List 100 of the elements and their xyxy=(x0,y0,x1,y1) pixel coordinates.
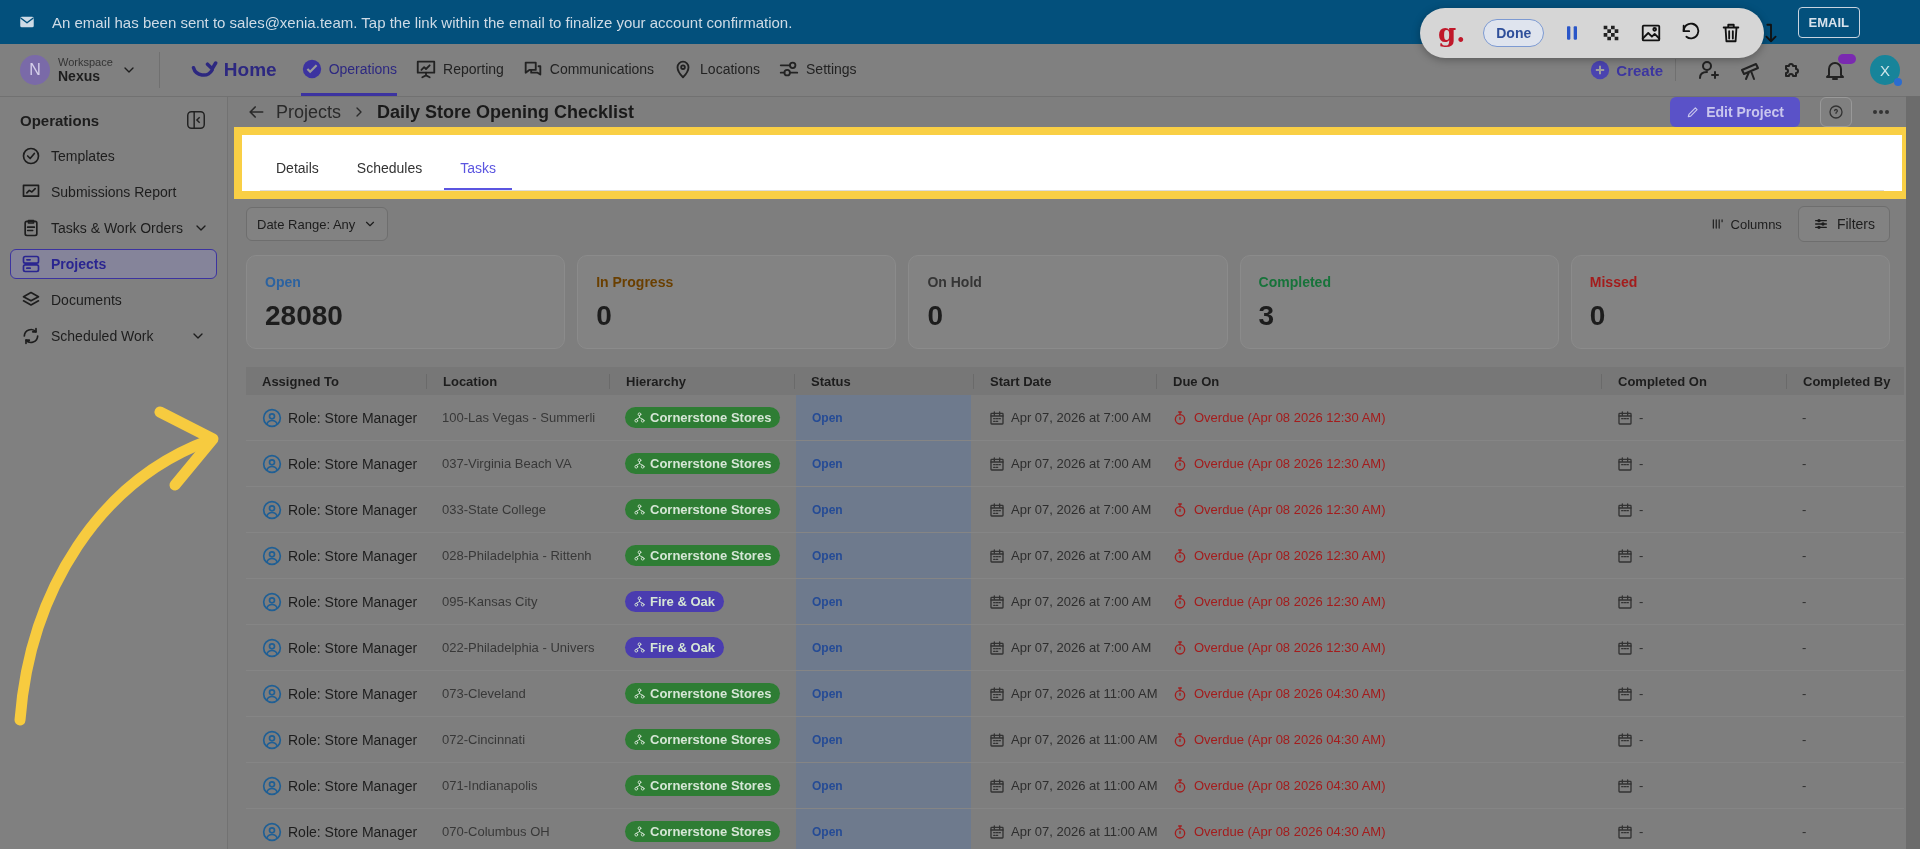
calendar-icon xyxy=(1617,547,1633,564)
column-header[interactable]: Assigned To xyxy=(246,373,426,389)
filters-button[interactable]: Filters xyxy=(1797,206,1890,242)
workspace-avatar[interactable]: N xyxy=(20,55,50,85)
check-circle-icon xyxy=(21,146,41,166)
column-header[interactable]: Location xyxy=(426,373,609,389)
email-sent-message: An email has been sent to sales@xenia.team. Tap the link within the email to finalize your account confirmation. xyxy=(52,13,794,31)
scrollbar[interactable] xyxy=(1906,96,1920,849)
home-link[interactable]: Home xyxy=(183,55,283,85)
hierarchy-icon xyxy=(634,458,645,469)
hierarchy-icon xyxy=(634,642,645,653)
stopwatch-icon xyxy=(1172,547,1188,564)
done-button[interactable]: Done xyxy=(1483,19,1545,47)
assignee-text: Role: Store Manager xyxy=(288,639,418,656)
due-date-text: Overdue (Apr 08 2026 04:30 AM) xyxy=(1194,732,1386,747)
location-text: 073-Cleveland xyxy=(442,686,526,701)
calendar-icon xyxy=(1617,593,1633,610)
collapse-sidebar-icon[interactable] xyxy=(185,109,207,131)
location-text: 071-Indianapolis xyxy=(442,778,538,793)
completed-by-text: - xyxy=(1802,502,1807,517)
sidebar-item[interactable]: Templates xyxy=(10,141,217,171)
date-range-dropdown[interactable]: Date Range: Any xyxy=(246,207,389,241)
start-date-text: Apr 07, 2026 at 11:00 AM xyxy=(1011,686,1158,701)
help-button[interactable] xyxy=(1820,97,1852,127)
user-circle-icon xyxy=(262,407,282,428)
calendar-icon xyxy=(989,501,1005,518)
more-options-icon[interactable] xyxy=(1872,109,1890,115)
location-text: 028-Philadelphia - Rittenh xyxy=(442,548,592,563)
hierarchy-icon xyxy=(634,734,645,745)
stat-card[interactable]: Completed 3 xyxy=(1239,255,1559,349)
start-date-text: Apr 07, 2026 at 11:00 AM xyxy=(1011,824,1158,839)
stopwatch-icon xyxy=(1172,823,1188,840)
image-button[interactable] xyxy=(1640,22,1663,44)
project-tab[interactable]: Schedules xyxy=(340,150,439,190)
nav-tab[interactable]: Locations xyxy=(672,44,760,96)
location-text: 095-Kansas City xyxy=(442,594,538,609)
create-button[interactable]: Create xyxy=(1584,59,1676,81)
check-circle-icon xyxy=(300,57,323,80)
stat-card[interactable]: Missed 0 xyxy=(1570,255,1890,349)
hierarchy-tag: Cornerstone Stores xyxy=(625,775,781,796)
nav-tab[interactable]: Communications xyxy=(521,44,655,96)
notification-badge xyxy=(1838,54,1856,64)
column-header[interactable]: Start Date xyxy=(973,373,1156,389)
column-header[interactable]: Hierarchy xyxy=(609,373,794,389)
start-date-text: Apr 07, 2026 at 7:00 AM xyxy=(1011,640,1152,655)
calendar-icon xyxy=(989,685,1005,702)
sidebar-item[interactable]: Tasks & Work Orders xyxy=(10,213,217,243)
verify-email-button[interactable]: EMAIL xyxy=(1797,6,1860,38)
hierarchy-icon xyxy=(634,504,645,515)
status-cell: Open xyxy=(796,395,971,440)
assignee-text: Role: Store Manager xyxy=(288,685,418,702)
columns-button[interactable]: Columns xyxy=(1704,215,1788,233)
completed-by-text: - xyxy=(1802,732,1807,747)
nav-tab[interactable]: Operations xyxy=(300,44,398,96)
calendar-icon xyxy=(1617,731,1633,748)
workspace-name[interactable]: Nexus xyxy=(58,68,113,84)
pencil-icon xyxy=(1686,105,1701,119)
column-header[interactable]: Due On xyxy=(1156,373,1601,389)
user-circle-icon xyxy=(262,499,282,520)
location-text: 022-Philadelphia - Univers xyxy=(442,640,595,655)
start-date-text: Apr 07, 2026 at 11:00 AM xyxy=(1011,732,1158,747)
start-date-text: Apr 07, 2026 at 7:00 AM xyxy=(1011,594,1152,609)
sidebar-item[interactable]: Submissions Report xyxy=(10,177,217,207)
stat-card[interactable]: On Hold 0 xyxy=(908,255,1228,349)
project-tab[interactable]: Tasks xyxy=(444,150,512,190)
column-header[interactable]: Status xyxy=(794,373,973,389)
completed-on-text: - xyxy=(1639,456,1644,471)
hierarchy-tag: Cornerstone Stores xyxy=(625,499,781,520)
edit-project-button[interactable]: Edit Project xyxy=(1670,97,1800,127)
stat-card[interactable]: In Progress 0 xyxy=(577,255,897,349)
completed-on-text: - xyxy=(1639,502,1644,517)
stat-card[interactable]: Open 28080 xyxy=(246,255,566,349)
completed-by-text: - xyxy=(1802,824,1807,839)
sidebar-item[interactable]: Scheduled Work xyxy=(10,321,217,351)
workspace-label: Workspace xyxy=(58,56,113,68)
status-cell: Open xyxy=(796,579,971,624)
calendar-icon xyxy=(1617,501,1633,518)
status-cell: Open xyxy=(796,441,971,486)
sidebar-item[interactable]: Projects xyxy=(10,249,217,279)
assignee-text: Role: Store Manager xyxy=(288,731,418,748)
hierarchy-tag: Cornerstone Stores xyxy=(625,821,781,842)
breadcrumb-link[interactable]: Projects xyxy=(276,101,342,123)
due-date-text: Overdue (Apr 08 2026 12:30 AM) xyxy=(1194,456,1386,471)
start-date-text: Apr 07, 2026 at 7:00 AM xyxy=(1011,456,1152,471)
sidebar-item[interactable]: Documents xyxy=(10,285,217,315)
assignee-text: Role: Store Manager xyxy=(288,593,418,610)
start-date-text: Apr 07, 2026 at 7:00 AM xyxy=(1011,502,1152,517)
due-date-text: Overdue (Apr 08 2026 12:30 AM) xyxy=(1194,548,1386,563)
column-header[interactable]: Completed On xyxy=(1601,373,1786,389)
calendar-icon xyxy=(1617,639,1633,656)
nav-tab[interactable]: Reporting xyxy=(415,44,504,96)
clipboard-icon xyxy=(21,218,41,238)
hierarchy-icon xyxy=(634,596,645,607)
user-avatar[interactable]: X xyxy=(1870,55,1900,85)
hierarchy-tag: Cornerstone Stores xyxy=(625,545,781,566)
plus-circle-icon xyxy=(1590,60,1611,80)
project-tab[interactable]: Details xyxy=(260,150,335,190)
hierarchy-tag: Cornerstone Stores xyxy=(625,683,781,704)
nav-tab[interactable]: Settings xyxy=(778,44,857,96)
completed-on-text: - xyxy=(1639,640,1644,655)
